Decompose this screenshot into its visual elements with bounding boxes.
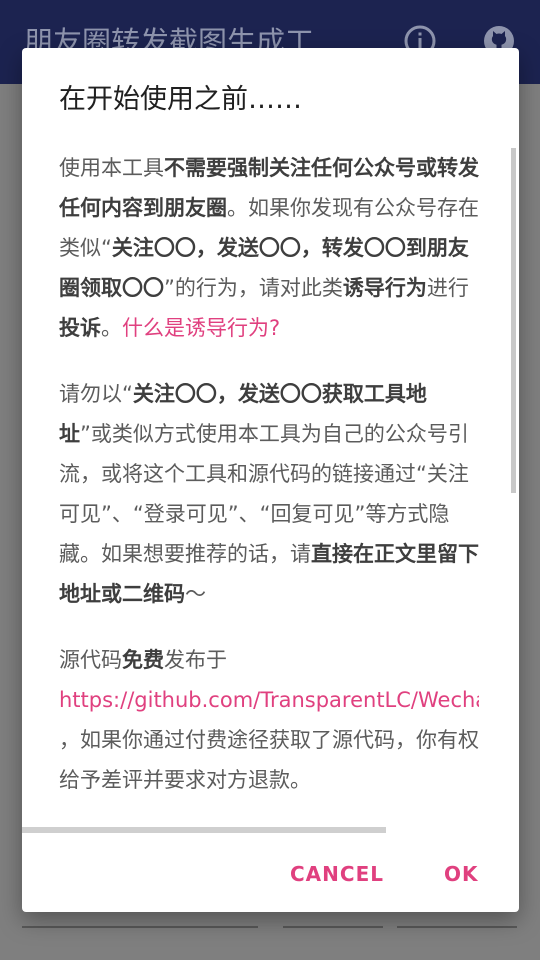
text-segment: 投诉 <box>59 316 101 340</box>
divider <box>22 926 258 928</box>
paragraph-no-forced-follow: 使用本工具不需要强制关注任何公众号或转发任何内容到朋友圈。如果你发现有公众号存在… <box>59 148 479 348</box>
text-segment: 发布于 <box>164 648 227 672</box>
text-segment: ，如果你通过付费途径获取了源代码，你有权给予差评并要求对方退款。 <box>59 728 479 792</box>
text-segment: 诱导行为 <box>342 276 427 300</box>
divider <box>283 926 383 928</box>
vertical-scrollbar[interactable] <box>511 148 516 493</box>
source-code-link[interactable]: https://github.com/TransparentLC/WechatM… <box>59 680 479 720</box>
paragraph-source-code: 源代码免费发布于 https://github.com/TransparentL… <box>59 640 479 800</box>
intro-dialog: 在开始使用之前…… 使用本工具不需要强制关注任何公众号或转发任何内容到朋友圈。如… <box>22 48 519 912</box>
text-segment: 源代码 <box>59 648 122 672</box>
text-segment: ～ <box>185 582 206 606</box>
text-segment: 请勿以“ <box>59 382 133 406</box>
text-segment: 使用本工具 <box>59 156 164 180</box>
text-segment: 进行 <box>426 276 469 300</box>
background-content <box>0 920 540 960</box>
dialog-title: 在开始使用之前…… <box>59 84 302 115</box>
dialog-content[interactable]: 使用本工具不需要强制关注任何公众号或转发任何内容到朋友圈。如果你发现有公众号存在… <box>59 148 479 824</box>
ok-button[interactable]: OK <box>444 854 479 894</box>
horizontal-scrollbar[interactable] <box>22 827 386 833</box>
paragraph-no-traffic-abuse: 请勿以“关注〇〇，发送〇〇获取工具地址”或类似方式使用本工具为自己的公众号引流，… <box>59 374 479 614</box>
text-segment: ”的行为，请对此类 <box>164 276 343 300</box>
text-segment: 免费 <box>122 648 164 672</box>
divider <box>397 926 517 928</box>
text-segment: 。 <box>101 316 122 340</box>
cancel-button[interactable]: CANCEL <box>290 854 384 894</box>
what-is-inducement-link[interactable]: 什么是诱导行为? <box>122 316 280 340</box>
